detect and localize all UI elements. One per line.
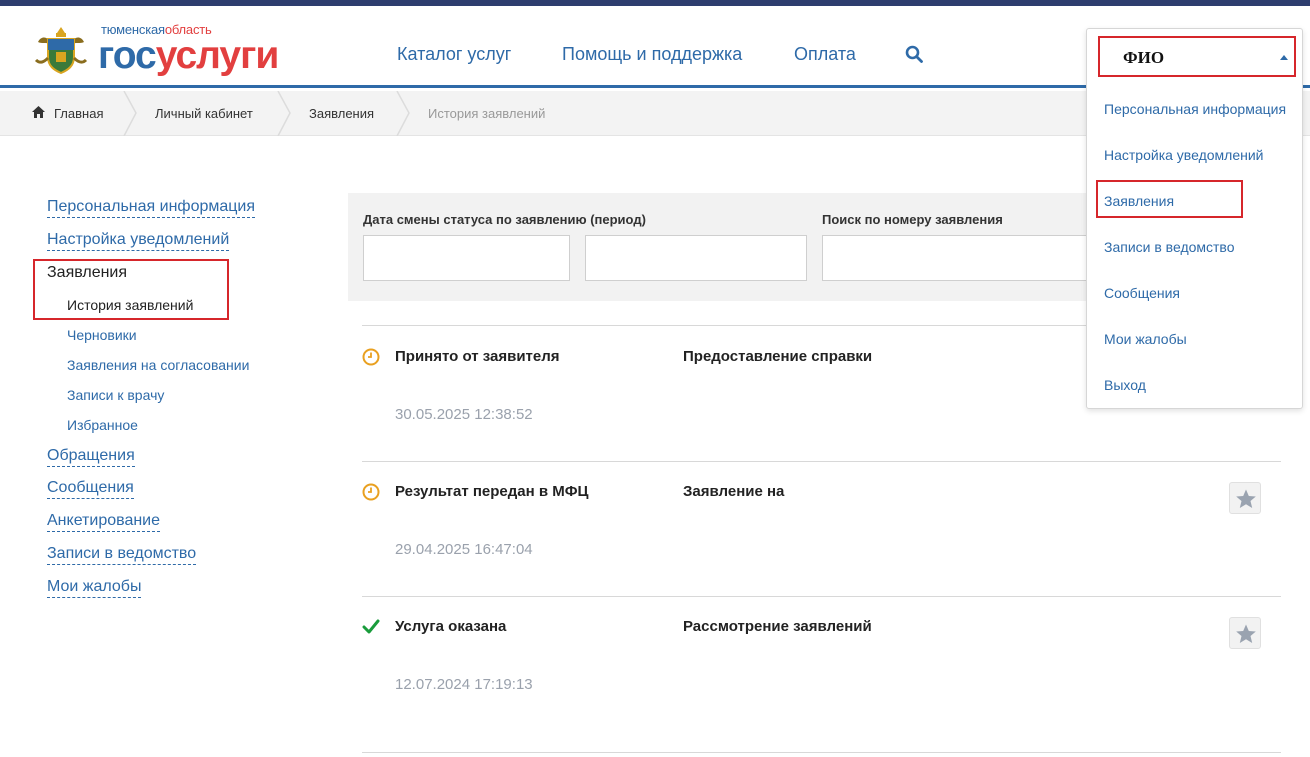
sidebar-subitem-approval[interactable]: Заявления на согласовании bbox=[67, 356, 249, 374]
user-menu-item-logout[interactable]: Выход bbox=[1104, 377, 1146, 393]
list-divider bbox=[362, 752, 1281, 753]
application-date: 29.04.2025 16:47:04 bbox=[395, 541, 533, 558]
application-service[interactable]: Предоставление справки bbox=[683, 348, 872, 365]
sidebar-item-messages[interactable]: Сообщения bbox=[47, 478, 134, 499]
user-menu-item-notifications[interactable]: Настройка уведомлений bbox=[1104, 147, 1263, 163]
search-number-label: Поиск по номеру заявления bbox=[822, 212, 1003, 227]
user-name: ФИО bbox=[1123, 48, 1165, 67]
clock-icon bbox=[362, 348, 380, 366]
breadcrumb-current: История заявлений bbox=[428, 106, 546, 121]
user-menu-dropdown: ФИО Персональная информация Настройка ув… bbox=[1086, 28, 1303, 409]
highlight-frame bbox=[1096, 180, 1243, 218]
highlight-frame bbox=[33, 259, 229, 320]
list-divider bbox=[362, 461, 1281, 462]
breadcrumb-separator bbox=[123, 91, 137, 136]
home-icon[interactable] bbox=[32, 106, 45, 118]
filter-panel: Дата смены статуса по заявлению (период)… bbox=[348, 193, 1108, 301]
date-from-input[interactable] bbox=[363, 235, 570, 281]
breadcrumb-separator bbox=[396, 91, 410, 136]
sidebar-subitem-drafts[interactable]: Черновики bbox=[67, 326, 137, 344]
application-service[interactable]: Рассмотрение заявлений bbox=[683, 618, 872, 635]
user-menu-item-department[interactable]: Записи в ведомство bbox=[1104, 239, 1235, 255]
sidebar-item-survey[interactable]: Анкетирование bbox=[47, 511, 161, 532]
application-status: Результат передан в МФЦ bbox=[395, 483, 589, 500]
nav-catalog[interactable]: Каталог услуг bbox=[397, 44, 511, 65]
breadcrumb-cabinet[interactable]: Личный кабинет bbox=[155, 106, 253, 121]
check-icon bbox=[362, 619, 380, 634]
breadcrumb-separator bbox=[277, 91, 291, 136]
sidebar-item-notifications[interactable]: Настройка уведомлений bbox=[47, 230, 230, 251]
application-status: Принято от заявителя bbox=[395, 348, 560, 365]
star-icon bbox=[1236, 489, 1256, 508]
search-icon[interactable] bbox=[905, 45, 923, 63]
date-period-label: Дата смены статуса по заявлению (период) bbox=[363, 212, 646, 227]
clock-icon bbox=[362, 483, 380, 501]
breadcrumb-applications[interactable]: Заявления bbox=[309, 106, 374, 121]
user-menu-item-complaints[interactable]: Мои жалобы bbox=[1104, 331, 1187, 347]
user-menu-toggle[interactable]: ФИО bbox=[1098, 36, 1296, 77]
coat-of-arms-icon bbox=[34, 27, 88, 75]
caret-up-icon bbox=[1280, 55, 1288, 60]
nav-help[interactable]: Помощь и поддержка bbox=[562, 44, 742, 65]
sidebar-subitem-doctor[interactable]: Записи к врачу bbox=[67, 386, 164, 404]
favorite-button[interactable] bbox=[1229, 617, 1261, 649]
sidebar-item-appeals[interactable]: Обращения bbox=[47, 446, 135, 467]
sidebar-item-personal[interactable]: Персональная информация bbox=[47, 197, 256, 218]
application-date: 30.05.2025 12:38:52 bbox=[395, 406, 533, 423]
application-status: Услуга оказана bbox=[395, 618, 507, 635]
date-to-input[interactable] bbox=[585, 235, 807, 281]
list-divider bbox=[362, 596, 1281, 597]
application-service[interactable]: Заявление на bbox=[683, 483, 784, 500]
user-menu-item-messages[interactable]: Сообщения bbox=[1104, 285, 1180, 301]
application-number-search-input[interactable] bbox=[822, 235, 1108, 281]
breadcrumb-home[interactable]: Главная bbox=[54, 106, 103, 121]
logo-brand: госуслуги bbox=[98, 34, 279, 77]
star-icon bbox=[1236, 624, 1256, 643]
user-menu-item-personal[interactable]: Персональная информация bbox=[1104, 101, 1286, 117]
sidebar-item-department[interactable]: Записи в ведомство bbox=[47, 544, 197, 565]
gosuslugi-logo[interactable]: тюменскаяобласть госуслуги bbox=[32, 20, 292, 80]
application-date: 12.07.2024 17:19:13 bbox=[395, 676, 533, 693]
nav-payment[interactable]: Оплата bbox=[794, 44, 856, 65]
sidebar-item-complaints[interactable]: Мои жалобы bbox=[47, 577, 142, 598]
sidebar-subitem-favorites[interactable]: Избранное bbox=[67, 416, 138, 434]
favorite-button[interactable] bbox=[1229, 482, 1261, 514]
